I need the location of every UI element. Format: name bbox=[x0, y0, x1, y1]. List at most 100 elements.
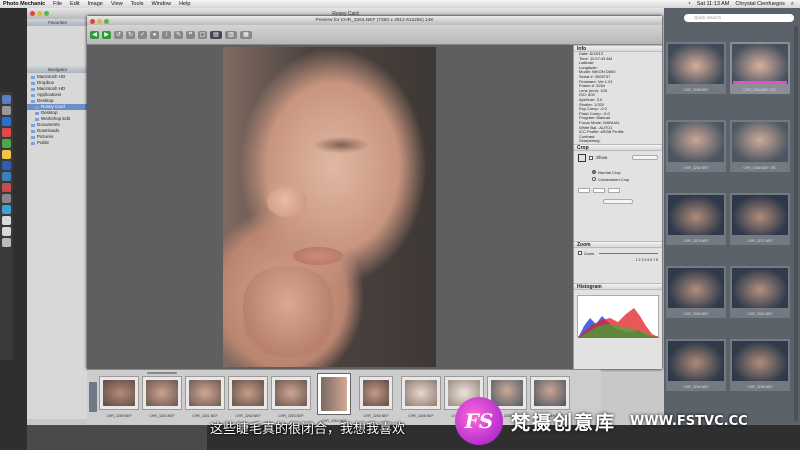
crop-preset-button[interactable] bbox=[632, 155, 658, 161]
crop-tool-icon[interactable] bbox=[578, 153, 586, 162]
crop-header[interactable]: Crop bbox=[574, 143, 662, 151]
mail-icon[interactable] bbox=[2, 205, 11, 214]
close-icon[interactable] bbox=[30, 11, 35, 16]
film-thumb[interactable]: CHR_3260.NEF bbox=[142, 376, 182, 418]
folder-icon bbox=[31, 81, 35, 85]
next-arrow-icon[interactable]: ▶ bbox=[102, 30, 111, 39]
film-thumb[interactable]: CHR_3263.NEF bbox=[271, 376, 311, 418]
zoom-icon[interactable] bbox=[44, 11, 49, 16]
preview-title: Preview for CHR_3264.NEF (7360 x 4912 61… bbox=[315, 18, 434, 23]
thumb-label: CHR_3264.NEF LRC bbox=[743, 88, 777, 92]
film-thumb[interactable]: CHR_3259.NEF bbox=[99, 376, 139, 418]
histogram-graph bbox=[578, 308, 660, 338]
browser-thumb[interactable]: CHR_3280.NEF bbox=[666, 266, 726, 318]
tag-icon[interactable]: ✓ bbox=[138, 30, 147, 39]
spotlight-icon[interactable]: ⌕ bbox=[791, 1, 794, 8]
menu-view[interactable]: View bbox=[111, 1, 123, 7]
browser-scrollbar[interactable] bbox=[794, 26, 798, 421]
clock[interactable]: Sat 11:13 AM bbox=[697, 1, 730, 7]
menu-window[interactable]: Window bbox=[152, 1, 172, 7]
folder-icon[interactable] bbox=[2, 227, 11, 236]
preview-photo bbox=[223, 47, 436, 367]
crop-ratio-field[interactable] bbox=[608, 187, 620, 193]
notes-icon[interactable] bbox=[2, 150, 11, 159]
color-class-icon[interactable]: ● bbox=[150, 30, 159, 39]
chrome-icon[interactable] bbox=[2, 128, 11, 137]
crop-height-field[interactable] bbox=[593, 187, 605, 193]
tree-item[interactable]: Public bbox=[31, 140, 88, 146]
film-thumb-selected[interactable]: CHR_3264.NEF bbox=[317, 373, 351, 423]
show-checkbox[interactable] bbox=[589, 155, 593, 160]
calendar-icon[interactable] bbox=[2, 183, 11, 192]
constrained-crop-radio[interactable] bbox=[592, 177, 596, 182]
trash-icon[interactable] bbox=[2, 238, 11, 247]
finder-icon[interactable] bbox=[2, 95, 11, 104]
quick-search-input[interactable]: Quick Search bbox=[684, 14, 794, 22]
app-menu[interactable]: Photo Mechanic bbox=[3, 1, 45, 7]
film-thumb[interactable]: CHR_3266.NEF bbox=[401, 376, 441, 418]
browser-thumb[interactable]: CHR_3270.NEF bbox=[666, 193, 726, 245]
filmstrip-scrollbar[interactable] bbox=[147, 372, 177, 374]
view-grid-icon[interactable]: ▦ bbox=[240, 30, 252, 39]
browser-thumb[interactable]: CHR_3268.NEF LRC bbox=[730, 120, 790, 172]
rotate-right-icon[interactable]: ↻ bbox=[126, 30, 135, 39]
preview-window: Preview for CHR_3264.NEF (7360 x 4912 61… bbox=[87, 16, 662, 369]
zoom-header[interactable]: Zoom bbox=[574, 240, 662, 248]
minimize-icon[interactable] bbox=[37, 11, 42, 16]
browser-thumb[interactable]: CHR_3258.NEF bbox=[666, 42, 726, 94]
close-icon[interactable] bbox=[90, 19, 95, 24]
menu-edit[interactable]: Edit bbox=[70, 1, 79, 7]
folder-icon bbox=[31, 141, 35, 145]
menu-file[interactable]: File bbox=[53, 1, 62, 7]
folder-icon bbox=[35, 111, 39, 115]
menu-image[interactable]: Image bbox=[88, 1, 103, 7]
photo-lips bbox=[293, 247, 343, 265]
user-name[interactable]: Chrystal Cienfuegos bbox=[735, 1, 785, 7]
browser-thumb[interactable]: CHR_3271.NEF bbox=[730, 193, 790, 245]
navigator-header: Navigator bbox=[27, 66, 88, 73]
thumb-label: CHR_3259.NEF bbox=[106, 414, 132, 418]
edit-icon[interactable]: ✎ bbox=[174, 30, 183, 39]
messages-icon[interactable] bbox=[2, 139, 11, 148]
reset-crop-button[interactable] bbox=[603, 198, 633, 204]
view-split-icon[interactable]: ▥ bbox=[225, 30, 237, 39]
previous-arrow-icon[interactable]: ◀ bbox=[90, 30, 99, 39]
rotate-left-icon[interactable]: ↺ bbox=[114, 30, 123, 39]
menu-tools[interactable]: Tools bbox=[131, 1, 144, 7]
film-thumb[interactable]: CHR_3262.NEF bbox=[228, 376, 268, 418]
browser-thumb[interactable]: CHR_3295.NEF bbox=[730, 339, 790, 391]
normal-crop-radio[interactable] bbox=[592, 170, 596, 175]
browser-thumb[interactable]: CHR_3290.NEF bbox=[666, 339, 726, 391]
thumb-label: CHR_3268.NEF LRC bbox=[743, 166, 777, 170]
info-icon[interactable]: i bbox=[162, 30, 171, 39]
menu-help[interactable]: Help bbox=[179, 1, 190, 7]
film-thumb[interactable]: CHR_3261.NEF bbox=[185, 376, 225, 418]
zoom-slider[interactable] bbox=[599, 252, 658, 254]
minimize-icon[interactable] bbox=[97, 19, 102, 24]
crop-width-field[interactable] bbox=[578, 187, 590, 193]
thumb-label: CHR_3266.NEF bbox=[408, 414, 434, 418]
launchpad-icon[interactable] bbox=[2, 106, 11, 115]
photoshop-icon[interactable] bbox=[2, 161, 11, 170]
browser-thumb-selected[interactable]: CHR_3264.NEF LRC bbox=[730, 42, 790, 94]
document-icon[interactable] bbox=[2, 216, 11, 225]
safari-icon[interactable] bbox=[2, 117, 11, 126]
menu-bar: Photo Mechanic File Edit Image View Tool… bbox=[0, 0, 800, 8]
crop-icon[interactable]: ⌗ bbox=[186, 30, 195, 39]
zoom-icon[interactable] bbox=[104, 19, 109, 24]
thumb-label: CHR_3260.NEF bbox=[149, 414, 175, 418]
settings-icon[interactable] bbox=[2, 194, 11, 203]
filmstrip-tab[interactable] bbox=[89, 382, 97, 412]
browser-thumb[interactable]: CHR_3281.NEF bbox=[730, 266, 790, 318]
zoom-checkbox[interactable] bbox=[578, 251, 582, 256]
wifi-icon[interactable]: ◔ bbox=[687, 1, 690, 7]
fullscreen-icon[interactable]: ▢ bbox=[198, 30, 207, 39]
folder-icon bbox=[31, 93, 35, 97]
view-single-icon[interactable]: ▤ bbox=[210, 30, 222, 39]
lightroom-icon[interactable] bbox=[2, 172, 11, 181]
browser-thumb[interactable]: CHR_3266.NEF bbox=[666, 120, 726, 172]
film-thumb[interactable]: CHR_3265.NEF bbox=[359, 376, 393, 418]
image-viewer[interactable] bbox=[87, 45, 573, 369]
histogram-header[interactable]: Histogram bbox=[574, 282, 662, 290]
thumb-label: CHR_3281.NEF bbox=[747, 312, 773, 316]
